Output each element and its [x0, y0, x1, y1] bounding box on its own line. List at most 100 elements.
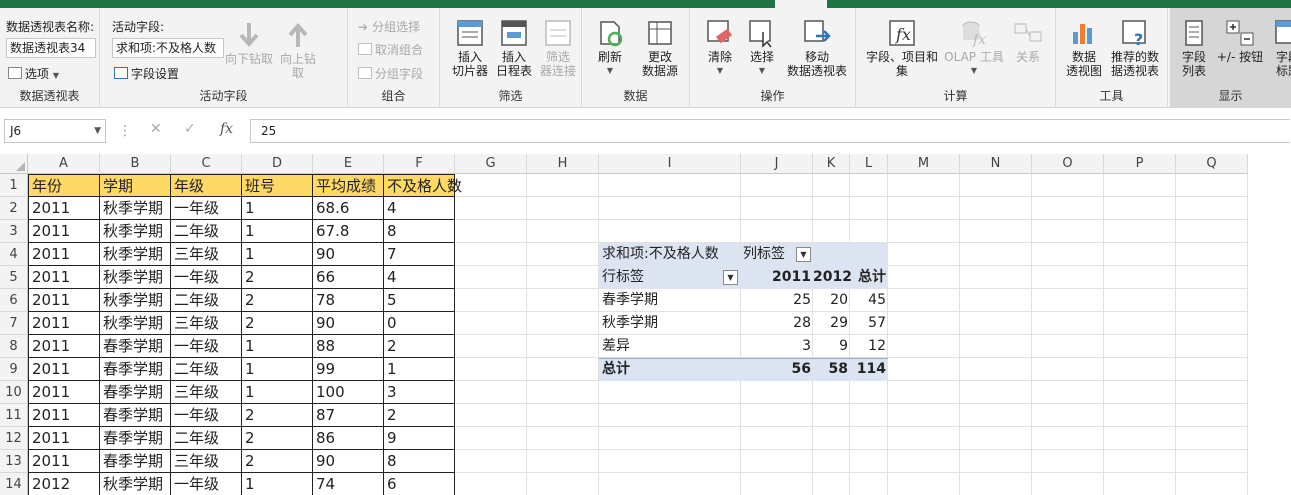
cell[interactable] [1032, 312, 1104, 335]
pivot-total-cell[interactable]: 58 [813, 358, 850, 381]
table-cell[interactable]: 2011 [28, 312, 100, 335]
table-cell[interactable]: 2011 [28, 243, 100, 266]
cell[interactable] [527, 266, 599, 289]
cell[interactable] [741, 473, 813, 495]
cell[interactable] [599, 404, 741, 427]
table-header-cell[interactable]: 学期 [100, 174, 171, 197]
options-button[interactable]: 选项 ▼ [8, 65, 59, 82]
field-list-button[interactable]: 字段 列表 [1174, 18, 1214, 78]
table-cell[interactable]: 2011 [28, 404, 100, 427]
row-header-2[interactable]: 2 [0, 197, 28, 220]
cell[interactable] [1104, 358, 1176, 381]
table-header-cell[interactable]: 年级 [171, 174, 242, 197]
cell[interactable] [1104, 266, 1176, 289]
cell[interactable] [1104, 197, 1176, 220]
pivot-col-header[interactable]: 总计 [850, 266, 888, 289]
row-header-12[interactable]: 12 [0, 427, 28, 450]
cell[interactable] [888, 404, 960, 427]
table-cell[interactable]: 春季学期 [100, 404, 171, 427]
cell[interactable] [1176, 450, 1248, 473]
pivot-col-header[interactable]: 2012 [813, 266, 852, 289]
cell[interactable] [1032, 220, 1104, 243]
cell[interactable] [850, 381, 888, 404]
row-header-5[interactable]: 5 [0, 266, 28, 289]
table-cell[interactable]: 2011 [28, 381, 100, 404]
cell[interactable] [455, 289, 527, 312]
cell[interactable] [1032, 427, 1104, 450]
table-cell[interactable]: 1 [242, 243, 313, 266]
cell[interactable] [527, 450, 599, 473]
cell[interactable] [960, 197, 1032, 220]
table-cell[interactable]: 88 [313, 335, 384, 358]
column-header-B[interactable]: B [100, 154, 171, 174]
column-header-O[interactable]: O [1032, 154, 1104, 174]
cell[interactable] [455, 381, 527, 404]
table-cell[interactable]: 2011 [28, 358, 100, 381]
formula-input[interactable]: 25 [250, 119, 1290, 143]
column-header-M[interactable]: M [888, 154, 960, 174]
table-cell[interactable]: 三年级 [171, 450, 242, 473]
table-cell[interactable]: 7 [384, 243, 455, 266]
cell[interactable] [455, 197, 527, 220]
tab-analyze-active[interactable] [775, 0, 827, 8]
column-header-G[interactable]: G [455, 154, 527, 174]
table-cell[interactable]: 78 [313, 289, 384, 312]
cell[interactable] [1104, 289, 1176, 312]
move-pivot-button[interactable]: 移动 数据透视表 [784, 18, 850, 78]
pivot-value-cell[interactable]: 20 [813, 289, 850, 312]
cell[interactable] [455, 174, 527, 197]
cell[interactable] [1032, 473, 1104, 495]
row-header-4[interactable]: 4 [0, 243, 28, 266]
cell[interactable] [455, 335, 527, 358]
insert-timeline-button[interactable]: 插入 日程表 [492, 18, 536, 78]
cell[interactable] [960, 404, 1032, 427]
row-filter-dropdown-icon[interactable]: ▼ [723, 270, 738, 285]
table-cell[interactable]: 87 [313, 404, 384, 427]
table-cell[interactable]: 一年级 [171, 335, 242, 358]
table-cell[interactable]: 1 [242, 335, 313, 358]
cell[interactable] [850, 197, 888, 220]
cell[interactable] [1104, 427, 1176, 450]
pivot-column-labels[interactable]: 列标签 [743, 243, 803, 266]
table-cell[interactable]: 8 [384, 220, 455, 243]
row-header-10[interactable]: 10 [0, 381, 28, 404]
table-cell[interactable]: 8 [384, 450, 455, 473]
chevron-down-icon[interactable]: ▼ [94, 120, 101, 142]
cell[interactable] [527, 358, 599, 381]
more-options-icon[interactable]: ⋮ [118, 123, 132, 139]
cell[interactable] [1032, 381, 1104, 404]
pivot-value-cell[interactable]: 28 [741, 312, 813, 335]
drill-down-button[interactable]: 向下钻取 [224, 20, 274, 66]
cell[interactable] [813, 450, 850, 473]
table-cell[interactable]: 2012 [28, 473, 100, 495]
cell[interactable] [741, 220, 813, 243]
cell[interactable] [960, 220, 1032, 243]
cell[interactable] [1176, 427, 1248, 450]
cell[interactable] [455, 243, 527, 266]
table-cell[interactable]: 90 [313, 243, 384, 266]
cell[interactable] [1176, 243, 1248, 266]
cell[interactable] [960, 174, 1032, 197]
drill-up-button[interactable]: 向上钻 取 [276, 20, 320, 80]
cell[interactable] [960, 243, 1032, 266]
cell[interactable] [599, 197, 741, 220]
column-header-P[interactable]: P [1104, 154, 1176, 174]
pivot-value-cell[interactable]: 45 [850, 289, 888, 312]
change-data-source-button[interactable]: 更改 数据源 [632, 18, 688, 78]
cell[interactable] [850, 450, 888, 473]
cell[interactable] [1176, 358, 1248, 381]
table-cell[interactable]: 秋季学期 [100, 266, 171, 289]
insert-function-icon[interactable]: fx [220, 121, 233, 137]
table-cell[interactable]: 4 [384, 266, 455, 289]
table-cell[interactable]: 99 [313, 358, 384, 381]
cell[interactable] [455, 427, 527, 450]
table-cell[interactable]: 三年级 [171, 243, 242, 266]
table-cell[interactable]: 100 [313, 381, 384, 404]
cell[interactable] [813, 174, 850, 197]
relationships-button[interactable]: 关系 [1006, 18, 1050, 64]
table-cell[interactable]: 2 [242, 404, 313, 427]
pivot-row-label[interactable]: 秋季学期 [602, 312, 732, 335]
cell[interactable] [599, 174, 741, 197]
row-header-8[interactable]: 8 [0, 335, 28, 358]
cell[interactable] [741, 381, 813, 404]
